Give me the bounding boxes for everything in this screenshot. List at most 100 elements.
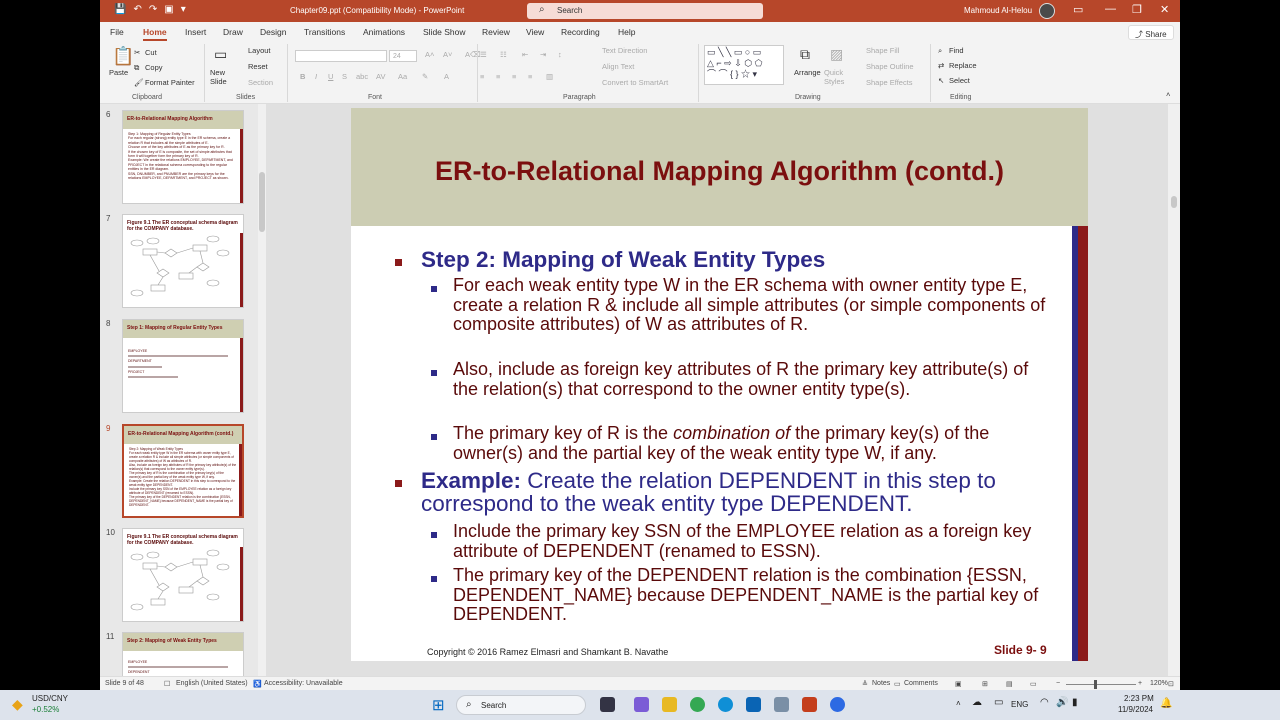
zoom-level[interactable]: 120%	[1150, 680, 1168, 687]
tab-slide-show[interactable]: Slide Show	[423, 27, 466, 37]
bullet-dependent-key[interactable]: The primary key of the DEPENDENT relatio…	[453, 565, 1053, 625]
slide-show-icon[interactable]: ▭	[1030, 680, 1037, 688]
battery-icon[interactable]: ▭	[994, 697, 1003, 708]
shape-fill-button[interactable]: Shape Fill	[866, 46, 899, 55]
shapes-gallery[interactable]: ▭ ╲ ╲ ▭ ○ ▭ △ ⌐ ⇨ ⇩ ⬡ ⬠ ⌒ ⌒ { } ☆ ▾	[704, 45, 784, 85]
copilot-icon[interactable]	[634, 697, 649, 712]
fit-slide-icon[interactable]: ⊡	[1168, 680, 1174, 688]
zoom-out-icon[interactable]: −	[1056, 680, 1060, 687]
undo-icon[interactable]: ↶	[133, 4, 141, 15]
select-icon[interactable]: ↖	[938, 76, 944, 85]
proofing-icon[interactable]: ☐	[164, 680, 170, 688]
change-case-icon[interactable]: Aa	[398, 72, 407, 81]
find-button[interactable]: Find	[949, 46, 964, 55]
close-button[interactable]: ✕	[1160, 3, 1169, 16]
start-from-beginning-icon[interactable]: ▣	[164, 4, 173, 15]
notes-button[interactable]: Notes	[872, 680, 890, 687]
cut-icon[interactable]: ✂	[134, 48, 140, 57]
file-explorer-icon[interactable]	[662, 697, 677, 712]
normal-view-icon[interactable]: ▣	[955, 680, 962, 688]
underline-icon[interactable]: U	[328, 72, 333, 81]
decrease-indent-icon[interactable]: ⇤	[522, 50, 528, 59]
edge-icon[interactable]	[718, 697, 733, 712]
align-center-icon[interactable]: ≡	[496, 72, 500, 81]
shape-effects-button[interactable]: Shape Effects	[866, 78, 913, 87]
tab-view[interactable]: View	[526, 27, 544, 37]
ticker-symbol[interactable]: USD/CNY	[32, 694, 68, 703]
char-spacing-icon[interactable]: AV	[376, 72, 385, 81]
bullet-weak-entity-relation[interactable]: For each weak entity type W in the ER sc…	[453, 275, 1053, 335]
tab-draw[interactable]: Draw	[223, 27, 243, 37]
arrange-icon[interactable]: ⧉	[800, 46, 810, 63]
scroll-thumb[interactable]	[1171, 196, 1177, 208]
avatar[interactable]	[1039, 3, 1055, 19]
quick-styles-button[interactable]: Quick Styles	[824, 68, 848, 86]
decrease-font-icon[interactable]: A˅	[443, 50, 452, 59]
share-button[interactable]: ⤴ Share	[1128, 25, 1174, 40]
cut-button[interactable]: Cut	[145, 48, 157, 57]
clock-date[interactable]: 11/9/2024	[1118, 705, 1153, 714]
slide-scrollbar[interactable]	[1168, 104, 1180, 676]
notification-bell-icon[interactable]: 🔔	[1160, 698, 1172, 709]
section-button[interactable]: Section	[248, 78, 273, 87]
taskbar-search[interactable]: ⌕ Search	[456, 695, 586, 715]
format-painter-icon[interactable]: 🖌	[134, 78, 144, 87]
input-language[interactable]: ENG	[1011, 700, 1028, 709]
shadow-icon[interactable]: S	[342, 72, 347, 81]
tab-animations[interactable]: Animations	[363, 27, 405, 37]
stock-widget-icon[interactable]: ◆	[12, 696, 23, 713]
slide-thumbnail-10[interactable]: Figure 9.1 The ER conceptual schema diag…	[122, 528, 244, 622]
step2-heading[interactable]: Step 2: Mapping of Weak Entity Types	[421, 248, 1071, 271]
collapse-ribbon-icon[interactable]: ˄	[1166, 90, 1170, 99]
scroll-thumb[interactable]	[259, 172, 265, 232]
text-direction-button[interactable]: Text Direction	[602, 46, 647, 55]
bold-icon[interactable]: B	[300, 72, 305, 81]
format-painter-button[interactable]: Format Painter	[145, 78, 195, 87]
clear-formatting-icon[interactable]: A⌫	[465, 50, 481, 59]
bullet-foreign-key[interactable]: Also, include as foreign key attributes …	[453, 359, 1053, 399]
new-slide-button[interactable]: New Slide	[210, 68, 234, 86]
quick-styles-icon[interactable]: ▨	[830, 46, 843, 63]
columns-icon[interactable]: ▥	[546, 72, 553, 81]
clock-time[interactable]: 2:23 PM	[1124, 694, 1154, 703]
numbering-icon[interactable]: ☷	[500, 50, 507, 59]
cloud-icon[interactable]: ☁	[972, 697, 982, 708]
minimize-button[interactable]: —	[1105, 3, 1116, 15]
language-status[interactable]: English (United States)	[176, 680, 248, 687]
customize-qat-icon[interactable]: ▾	[181, 4, 186, 15]
slide-title[interactable]: ER-to-Relational Mapping Algorithm (cont…	[351, 156, 1088, 187]
outlook-icon[interactable]	[746, 697, 761, 712]
align-left-icon[interactable]: ≡	[480, 72, 484, 81]
increase-indent-icon[interactable]: ⇥	[540, 50, 546, 59]
line-spacing-icon[interactable]: ↕	[558, 50, 562, 59]
thumbnail-scrollbar[interactable]	[258, 104, 266, 676]
copy-icon[interactable]: ⧉	[134, 63, 139, 73]
font-name-field[interactable]	[295, 50, 387, 62]
justify-icon[interactable]: ≡	[528, 72, 532, 81]
italic-icon[interactable]: I	[315, 72, 317, 81]
volume-icon[interactable]: 🔊	[1056, 697, 1068, 708]
font-size-field[interactable]: 24	[389, 50, 417, 62]
redo-icon[interactable]: ↷	[149, 4, 157, 15]
comments-button[interactable]: Comments	[904, 680, 938, 687]
slide-sorter-icon[interactable]: ⊞	[982, 680, 988, 688]
slide-thumbnail-9-selected[interactable]: ER-to-Relational Mapping Algorithm (cont…	[122, 424, 244, 518]
tab-transitions[interactable]: Transitions	[304, 27, 345, 37]
bullet-primary-key[interactable]: The primary key of R is the combination …	[453, 423, 1053, 463]
title-search-box[interactable]: ⌕ Search	[527, 3, 763, 19]
highlight-icon[interactable]: ✎	[422, 72, 428, 81]
database-app-icon[interactable]	[774, 697, 789, 712]
paste-icon[interactable]: 📋	[112, 46, 134, 67]
align-text-button[interactable]: Align Text	[602, 62, 634, 71]
windows-start-icon[interactable]: ⊞	[432, 696, 445, 714]
task-view-icon[interactable]	[600, 697, 615, 712]
bullets-icon[interactable]: ☰	[480, 50, 487, 59]
tab-insert[interactable]: Insert	[185, 27, 206, 37]
find-icon[interactable]: ⌕	[938, 46, 942, 56]
ribbon-display-icon[interactable]: ▭	[1073, 3, 1083, 16]
paste-button[interactable]: Paste	[109, 68, 128, 77]
comments-icon[interactable]: ▭	[894, 680, 901, 688]
zoom-slider-thumb[interactable]	[1094, 680, 1097, 689]
reset-button[interactable]: Reset	[248, 62, 268, 71]
layout-button[interactable]: Layout	[248, 46, 271, 55]
